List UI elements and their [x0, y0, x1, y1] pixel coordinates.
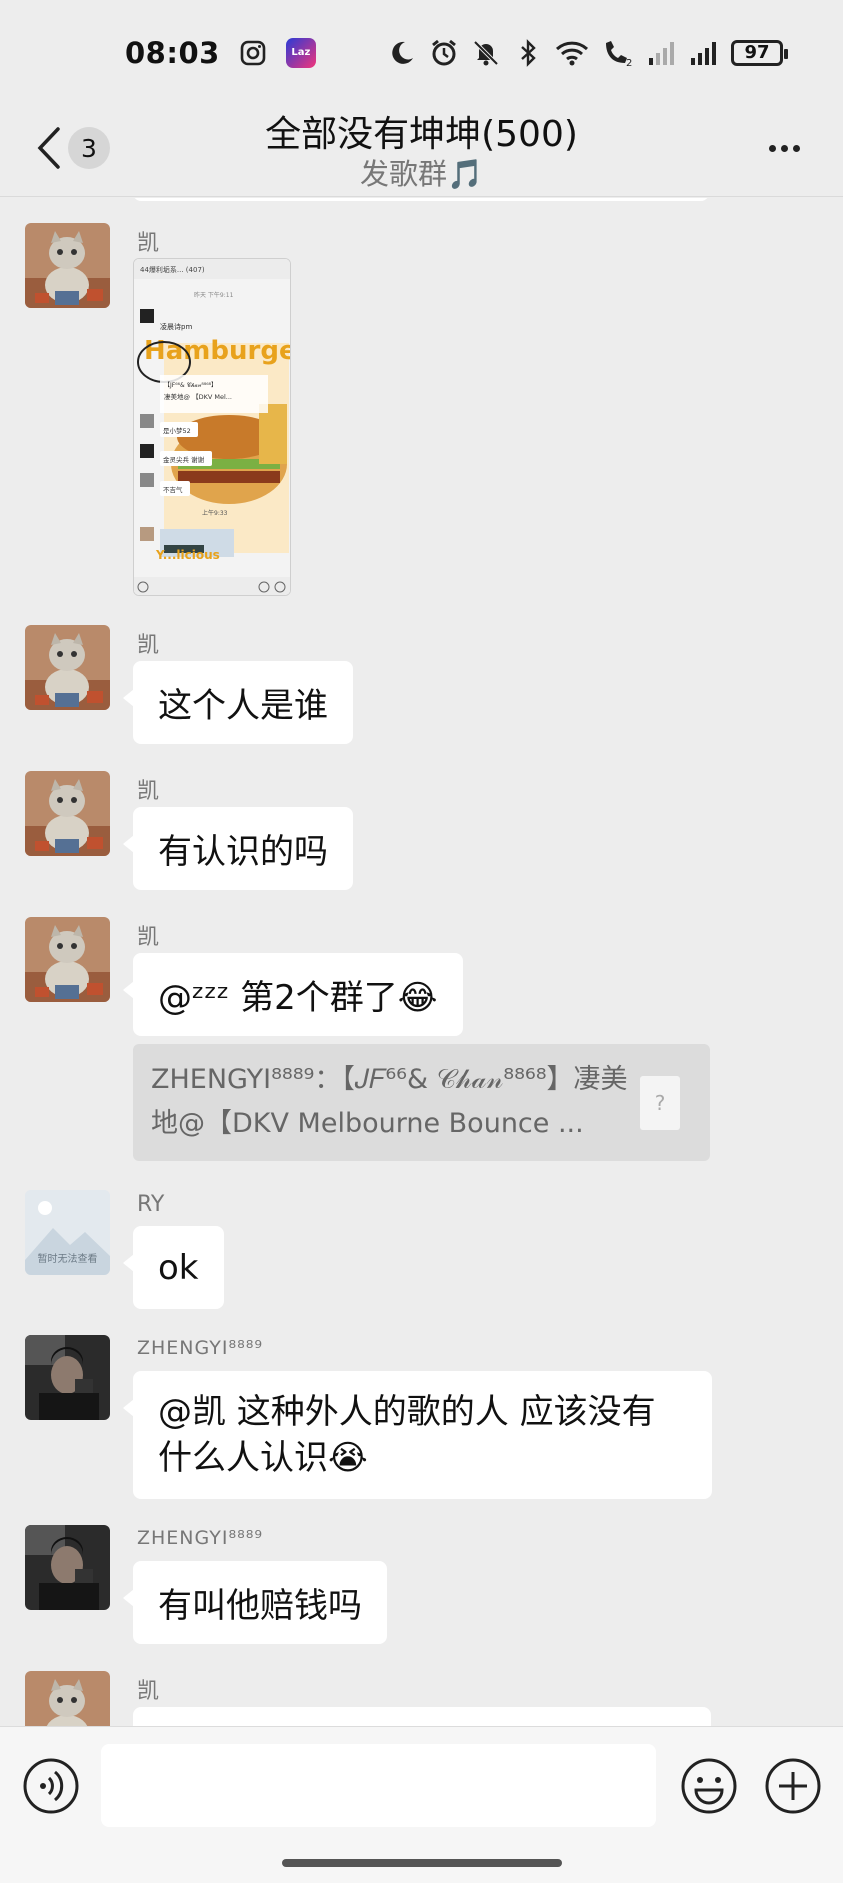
chat-message-list[interactable]: 凯 44爆利垢系... (407) 昨天 下午9:11 凌晨诗pm Hambur…: [0, 198, 843, 1726]
call-sim2-icon: 2: [606, 40, 632, 68]
thumb-chip1: 是小梦52: [163, 426, 191, 435]
sender-name: ZHENGYI⁸⁸⁸⁹: [137, 1527, 263, 1549]
person-photo-icon: [25, 1525, 110, 1610]
cat-avatar-icon: [25, 625, 110, 710]
message-bubble[interactable]: 有叫他赔钱吗: [123, 1561, 387, 1644]
thumb-quote1: 【JF⁶⁶& 𝒞𝒽𝒶𝓃⁸⁸⁶⁸】: [164, 382, 217, 389]
avatar-caption: 暂时无法查看: [37, 1254, 98, 1265]
sender-name: 凯: [137, 1679, 160, 1704]
bluetooth-icon: [521, 38, 536, 67]
avatar-kai[interactable]: [25, 625, 110, 710]
thumb-quote2: 凄美地@ 【DKV Mel...: [164, 392, 232, 401]
lazada-icon: Laz: [285, 37, 316, 68]
thumb-chip3: 不吉气: [163, 485, 183, 494]
sender-name: 凯: [137, 925, 160, 950]
more-dot-icon: [793, 145, 800, 152]
sender-name: 凯: [137, 779, 160, 804]
screenshot-thumbnail: 44爆利垢系... (407) 昨天 下午9:11 凌晨诗pm Hamburge…: [134, 259, 291, 595]
avatar-zhengyi[interactable]: [25, 1335, 110, 1420]
message-bubble[interactable]: 有认识的吗: [123, 807, 353, 890]
chat-subtitle: 发歌群🎵: [359, 157, 484, 191]
wifi-icon: [555, 41, 589, 65]
signal-full-icon: [691, 41, 716, 65]
moon-icon: [392, 41, 413, 64]
cat-avatar-icon: [25, 223, 110, 308]
cat-avatar-icon: [25, 917, 110, 1002]
status-bar: 08:03 Laz 2 97: [0, 0, 843, 105]
more-dot-icon: [781, 145, 788, 152]
avatar-kai[interactable]: [25, 223, 110, 308]
thumb-big-word: Hamburger: [144, 336, 291, 366]
thumb-time2: 上午9:33: [202, 509, 228, 517]
avatar-ry[interactable]: 暂时无法查看: [25, 1190, 110, 1275]
person-photo-icon: [25, 1335, 110, 1420]
avatar-zhengyi[interactable]: [25, 1525, 110, 1610]
message-bubble[interactable]: @凯 这种外人的歌的人 应该没有什么人认识😭: [123, 1371, 712, 1499]
avatar-kai[interactable]: [25, 1671, 110, 1726]
sender-name: 凯: [137, 633, 160, 658]
avatar-kai[interactable]: [25, 917, 110, 1002]
plus-icon[interactable]: [764, 1757, 822, 1815]
avatar-kai[interactable]: [25, 771, 110, 856]
message-bubble[interactable]: 这个人是谁: [123, 661, 353, 744]
instagram-icon: [240, 40, 266, 65]
svg-text:2: 2: [626, 58, 632, 68]
battery-level: 97: [744, 42, 770, 63]
message-bubble[interactable]: ok: [123, 1226, 224, 1309]
status-time: 08:03: [125, 35, 220, 70]
thumb-bottom-word: Y...licious: [155, 548, 220, 562]
thumb-header: 44爆利垢系... (407): [140, 265, 205, 274]
unknown-file-icon: ?: [640, 1076, 680, 1130]
home-indicator[interactable]: [282, 1859, 562, 1867]
cat-avatar-icon: [25, 1671, 110, 1726]
quote-text: ZHENGYI⁸⁸⁸⁹：【𝐽𝐹⁶⁶& 𝒞𝒽𝒶𝓃⁸⁸⁶⁸】凄美地@【DKV Mel…: [151, 1064, 628, 1139]
more-options-button[interactable]: [769, 137, 809, 157]
emoji-icon[interactable]: [680, 1757, 738, 1815]
thumb-name1: 凌晨诗pm: [160, 322, 192, 331]
message-input[interactable]: [101, 1744, 656, 1827]
voice-input-icon[interactable]: [22, 1757, 80, 1815]
thumb-chip2: 金灵尖兵 谢谢: [163, 455, 205, 464]
message-bubble[interactable]: @ᶻᶻᶻ 第2个群了😂: [123, 953, 463, 1036]
alarm-icon: [432, 39, 456, 65]
thumb-timestamp: 昨天 下午9:11: [194, 291, 234, 299]
lazada-label: Laz: [291, 47, 311, 58]
sender-name: 凯: [137, 231, 160, 256]
chat-title: 全部没有坤坤(500): [265, 114, 578, 155]
signal-weak-icon: [649, 41, 674, 65]
cat-avatar-icon: [25, 771, 110, 856]
chat-header: 3 全部没有坤坤(500) 发歌群🎵: [0, 105, 843, 197]
message-bubble-partial[interactable]: [133, 1707, 711, 1726]
sender-name: ZHENGYI⁸⁸⁸⁹: [137, 1337, 263, 1359]
battery-icon: 97: [731, 39, 788, 66]
sender-name: RY: [137, 1192, 165, 1217]
mute-bell-icon: [473, 40, 499, 65]
previous-bubble-edge: [133, 198, 709, 201]
quoted-message[interactable]: ZHENGYI⁸⁸⁸⁹：【𝐽𝐹⁶⁶& 𝒞𝒽𝒶𝓃⁸⁸⁶⁸】凄美地@【DKV Mel…: [133, 1044, 710, 1161]
image-message[interactable]: 44爆利垢系... (407) 昨天 下午9:11 凌晨诗pm Hamburge…: [133, 258, 291, 596]
more-dot-icon: [769, 145, 776, 152]
